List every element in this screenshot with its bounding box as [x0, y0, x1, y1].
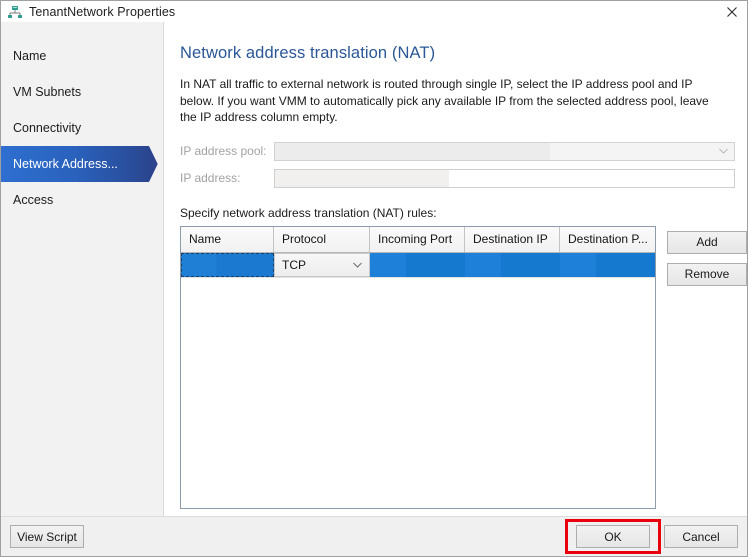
close-icon[interactable] — [717, 1, 747, 22]
sidebar-item-name[interactable]: Name — [1, 38, 163, 74]
column-header-destination-port[interactable]: Destination P... — [560, 226, 655, 252]
rule-actions: Add Remove — [667, 226, 747, 286]
sidebar-nav: Name VM Subnets Connectivity Network Add… — [1, 22, 164, 516]
ok-button-wrapper: OK — [565, 519, 661, 554]
sidebar-item-label: Network Address... — [13, 157, 118, 171]
cancel-button[interactable]: Cancel — [664, 525, 738, 548]
sidebar-item-vm-subnets[interactable]: VM Subnets — [1, 74, 163, 110]
intro-text: In NAT all traffic to external network i… — [180, 77, 709, 124]
properties-dialog: TenantNetwork Properties Name VM Subnets… — [0, 0, 748, 557]
ip-address-pool-value — [275, 142, 551, 160]
cell-destination-ip[interactable] — [465, 252, 560, 277]
nat-rules-table: Name Protocol Incoming Port Destination … — [180, 225, 656, 509]
cell-name[interactable] — [181, 252, 274, 277]
cell-name-value — [181, 252, 274, 277]
cell-incoming-port-value — [370, 252, 465, 277]
table-header-row: Name Protocol Incoming Port Destination … — [181, 226, 655, 253]
protocol-select[interactable]: TCP — [274, 252, 370, 277]
chevron-down-icon — [719, 143, 728, 160]
cell-destination-port-value — [560, 252, 655, 277]
sidebar-item-label: Name — [13, 49, 47, 63]
cell-destination-port[interactable] — [560, 252, 655, 277]
ip-address-row: IP address: — [180, 168, 735, 188]
ip-address-pool-label: IP address pool: — [180, 144, 267, 158]
sidebar-item-network-address[interactable]: Network Address... — [1, 146, 163, 182]
column-header-protocol[interactable]: Protocol — [274, 226, 370, 252]
cell-protocol[interactable]: TCP — [274, 252, 370, 277]
ip-address-pool-row: IP address pool: — [180, 141, 735, 161]
view-script-button[interactable]: View Script — [10, 525, 84, 548]
nat-rules-area: Name Protocol Incoming Port Destination … — [180, 225, 747, 517]
sidebar-item-label: Connectivity — [13, 121, 82, 135]
title-bar: TenantNetwork Properties — [1, 1, 747, 22]
column-header-name[interactable]: Name — [181, 226, 274, 252]
cell-incoming-port[interactable] — [370, 252, 465, 277]
remove-button[interactable]: Remove — [667, 262, 747, 286]
ip-address-input[interactable] — [274, 168, 735, 188]
add-button[interactable]: Add — [667, 230, 747, 254]
ip-address-value — [275, 169, 450, 187]
sidebar-item-connectivity[interactable]: Connectivity — [1, 110, 163, 146]
main-panel: Network address translation (NAT) In NAT… — [164, 22, 747, 516]
sidebar-item-label: Access — [13, 193, 54, 207]
table-empty-area[interactable] — [181, 276, 655, 508]
footer-actions: OK Cancel — [565, 519, 738, 554]
dialog-body: Name VM Subnets Connectivity Network Add… — [1, 22, 747, 516]
ip-address-pool-select[interactable] — [274, 141, 735, 161]
column-header-destination-ip[interactable]: Destination IP — [465, 226, 560, 252]
dialog-footer: View Script OK Cancel — [1, 516, 747, 556]
chevron-down-icon — [353, 254, 362, 276]
page-title: Network address translation (NAT) — [180, 44, 436, 62]
nat-rules-label: Specify network address translation (NAT… — [180, 205, 437, 220]
ok-button[interactable]: OK — [576, 525, 650, 548]
sidebar-item-label: VM Subnets — [13, 85, 82, 99]
protocol-value: TCP — [282, 257, 306, 272]
ip-address-label: IP address: — [180, 171, 241, 185]
network-properties-icon — [7, 4, 23, 20]
window-title: TenantNetwork Properties — [29, 4, 176, 19]
column-header-incoming-port[interactable]: Incoming Port — [370, 226, 465, 252]
table-row[interactable]: TCP — [181, 252, 655, 277]
cell-destination-ip-value — [465, 252, 560, 277]
sidebar-item-access[interactable]: Access — [1, 182, 163, 218]
